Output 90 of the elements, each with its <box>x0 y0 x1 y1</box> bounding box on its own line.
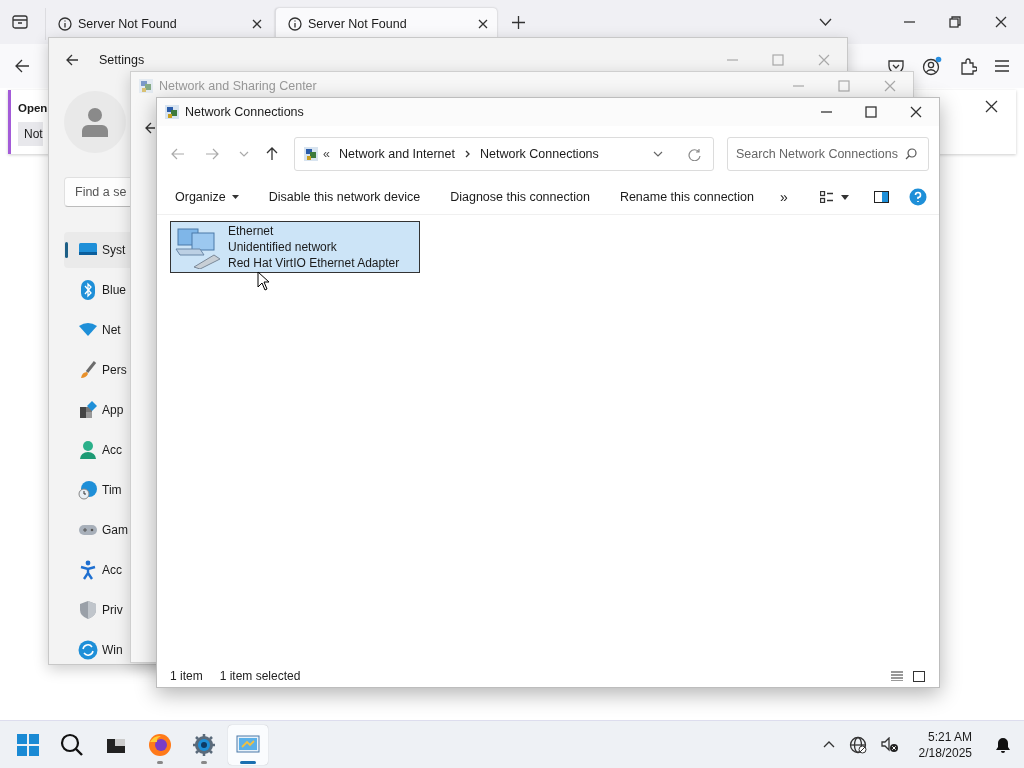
close-icon[interactable] <box>251 18 263 30</box>
close-icon[interactable] <box>985 100 998 113</box>
start-button <box>16 732 40 757</box>
maximize-icon[interactable] <box>865 106 877 118</box>
running-indicator <box>157 760 163 764</box>
selection-indicator <box>65 242 68 258</box>
caret-icon[interactable] <box>841 194 849 200</box>
clock-time[interactable]: 5:21 AM <box>927 728 972 745</box>
browser-tab[interactable]: Server Not Found <box>275 8 497 40</box>
personalization-icon <box>78 360 98 380</box>
apps-icon <box>78 400 98 420</box>
accessibility-icon <box>78 560 98 580</box>
connection-name: Ethernet <box>228 223 275 239</box>
back-arrow-icon[interactable] <box>66 54 79 66</box>
window-title: Settings <box>99 53 145 67</box>
running-indicator <box>201 760 207 764</box>
clock-date[interactable]: 2/18/2025 <box>918 744 972 761</box>
time-icon <box>78 480 98 500</box>
extensions-icon[interactable] <box>960 57 977 75</box>
chevron-up-icon[interactable] <box>822 741 835 748</box>
toolbar-button[interactable]: Disable this network device <box>258 186 431 208</box>
nav-item[interactable]: App <box>64 392 130 428</box>
menu-icon[interactable] <box>995 60 1009 72</box>
new-tab-icon[interactable] <box>512 15 525 29</box>
search-field[interactable]: Search Network Connections <box>727 137 929 171</box>
breadcrumb-item[interactable]: Network Connections <box>480 147 599 161</box>
gear-icon <box>192 732 216 757</box>
item-count: 1 item <box>170 669 203 683</box>
running-indicator <box>240 760 256 764</box>
network-adapter-icon <box>174 225 222 269</box>
connection-status: Unidentified network <box>228 239 338 255</box>
breadcrumb-overflow[interactable]: « <box>323 147 330 161</box>
caret-icon <box>231 195 239 199</box>
nav-item[interactable]: Net <box>64 312 130 348</box>
nav-item[interactable]: Acc <box>64 432 130 468</box>
speaker-muted-icon[interactable] <box>880 736 899 753</box>
refresh-icon[interactable] <box>688 147 701 161</box>
bell-icon[interactable] <box>996 736 1010 753</box>
notification-button[interactable]: Not <box>18 122 43 146</box>
nav-item[interactable]: Gam <box>64 512 130 548</box>
privacy-icon <box>78 600 98 620</box>
nav-item[interactable]: Acc <box>64 552 130 588</box>
view-options-icon[interactable] <box>820 191 833 203</box>
accounts-icon <box>78 440 98 460</box>
connection-item[interactable]: Ethernet Unidentified network Red Hat VirtIO Ethernet Adapter <box>170 221 420 273</box>
nav-item[interactable]: Win <box>64 632 130 668</box>
chevron-down-icon[interactable] <box>653 151 663 157</box>
nav-item[interactable]: Priv <box>64 592 130 628</box>
up-arrow-icon[interactable] <box>266 147 278 161</box>
notification-title: Open <box>18 102 48 114</box>
info-icon <box>288 17 302 31</box>
large-icons-view-icon[interactable] <box>913 670 925 682</box>
tab-title: Server Not Found <box>308 17 408 31</box>
close-icon[interactable] <box>910 106 922 118</box>
nav-item[interactable]: Blue <box>64 272 130 308</box>
mouse-pointer-icon <box>257 271 270 291</box>
restore-icon[interactable] <box>949 16 961 28</box>
search-field[interactable]: Find a se <box>64 177 130 207</box>
more-commands-button[interactable]: » <box>770 185 798 209</box>
nav-item[interactable]: Syst <box>64 232 130 268</box>
tab-title: Server Not Found <box>78 17 178 31</box>
toolbar-button[interactable]: Rename this connection <box>609 186 764 208</box>
search-icon <box>60 732 84 757</box>
help-icon[interactable] <box>909 188 927 206</box>
close-icon[interactable] <box>477 18 489 30</box>
account-icon[interactable] <box>922 56 942 76</box>
organize-menu[interactable]: Organize <box>165 186 249 208</box>
tab-list-icon[interactable] <box>12 15 28 29</box>
update-icon <box>78 640 98 660</box>
details-view-icon[interactable] <box>891 671 903 681</box>
close-icon[interactable] <box>995 16 1007 28</box>
nav-item[interactable]: Tim <box>64 472 130 508</box>
back-arrow-icon[interactable] <box>145 122 155 134</box>
window-title: Network Connections <box>185 105 304 119</box>
bluetooth-icon <box>78 280 98 300</box>
globe-icon[interactable] <box>848 735 867 754</box>
preview-pane-icon[interactable] <box>874 191 889 203</box>
toolbar-button[interactable]: Diagnose this connection <box>440 186 600 208</box>
chevron-right-icon <box>465 150 470 158</box>
window-title: Network and Sharing Center <box>159 79 317 93</box>
chevron-down-icon[interactable] <box>819 18 832 26</box>
nav-item[interactable]: Pers <box>64 352 130 388</box>
breadcrumb-item[interactable]: Network and Internet <box>338 147 455 161</box>
person-icon <box>82 107 108 137</box>
selection-count: 1 item selected <box>219 669 301 683</box>
address-bar[interactable]: « Network and Internet Network Connections <box>294 137 714 171</box>
adapter-name: Red Hat VirtIO Ethernet Adapter <box>228 255 400 271</box>
back-arrow-icon[interactable] <box>15 59 30 73</box>
info-icon <box>58 17 72 31</box>
browser-icon <box>148 732 172 757</box>
